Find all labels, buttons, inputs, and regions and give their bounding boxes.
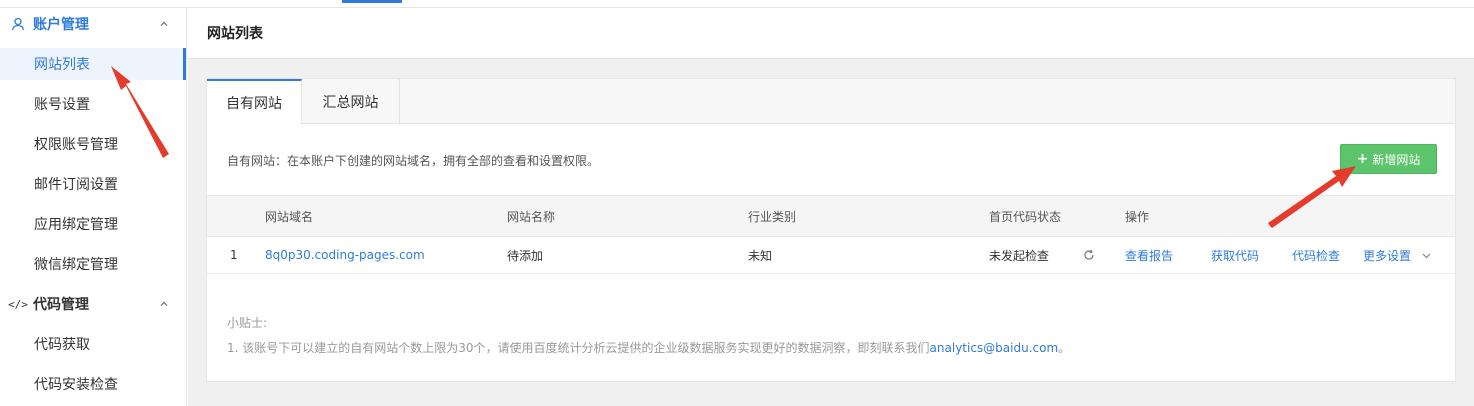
column-header-code-status: 首页代码状态 <box>989 209 1062 224</box>
page-title: 网站列表 <box>188 8 1474 59</box>
site-list-card: 自有网站 汇总网站 自有网站：在本账户下创建的网站域名，拥有全部的查看和设置权限… <box>206 78 1456 382</box>
table-header: 网站域名 网站名称 行业类别 首页代码状态 操作 <box>207 195 1455 237</box>
tips-text-prefix: 1. 该账号下可以建立的自有网站个数上限为30个，请使用百度统计分析云提供的企业… <box>227 341 930 355</box>
sidebar-item-site-list[interactable]: 网站列表 <box>0 48 186 80</box>
chevron-up-icon <box>160 301 168 306</box>
tab-bar: 自有网站 汇总网站 <box>207 79 1455 125</box>
contact-email-link[interactable]: analytics@baidu.com <box>930 341 1059 355</box>
refresh-icon[interactable] <box>1083 249 1095 261</box>
tab-own-sites[interactable]: 自有网站 <box>207 79 302 125</box>
code-icon: </> <box>8 297 28 311</box>
tips-text-suffix: 。 <box>1058 341 1071 355</box>
get-code-link[interactable]: 获取代码 <box>1211 237 1259 273</box>
sidebar-group-label: 代码管理 <box>33 297 89 313</box>
sidebar-item-code-get[interactable]: 代码获取 <box>0 328 186 360</box>
more-settings-link[interactable]: 更多设置 <box>1363 237 1411 273</box>
sidebar-item-permission-accounts[interactable]: 权限账号管理 <box>0 128 186 160</box>
plus-icon: + <box>1356 151 1369 167</box>
sidebar-group-label: 账户管理 <box>33 17 89 33</box>
view-report-link[interactable]: 查看报告 <box>1125 237 1173 273</box>
user-icon <box>9 15 27 33</box>
site-domain-link[interactable]: 8q0p30.coding-pages.com <box>265 237 425 273</box>
top-nav-active-indicator <box>342 0 402 3</box>
column-header-actions: 操作 <box>1125 209 1150 224</box>
top-bar <box>0 0 1474 8</box>
industry-cell: 未知 <box>748 248 773 263</box>
sidebar-group-code[interactable]: </> 代码管理 <box>0 288 186 320</box>
site-name-cell: 待添加 <box>507 248 544 263</box>
tab-description: 自有网站：在本账户下创建的网站域名，拥有全部的查看和设置权限。 <box>227 154 600 168</box>
chevron-up-icon <box>160 21 168 26</box>
chevron-down-icon[interactable] <box>1421 250 1432 261</box>
add-site-button[interactable]: + 新增网站 <box>1340 144 1437 174</box>
sidebar: 账户管理 网站列表 账号设置 权限账号管理 邮件订阅设置 应用绑定管理 微信绑定… <box>0 8 187 406</box>
tips-text: 1. 该账号下可以建立的自有网站个数上限为30个，请使用百度统计分析云提供的企业… <box>227 339 1070 356</box>
column-header-industry: 行业类别 <box>748 209 797 224</box>
code-check-link[interactable]: 代码检查 <box>1292 237 1340 273</box>
column-header-site-name: 网站名称 <box>507 209 556 224</box>
sidebar-item-wechat-binding[interactable]: 微信绑定管理 <box>0 248 186 280</box>
column-header-domain: 网站域名 <box>265 209 314 224</box>
sidebar-group-account[interactable]: 账户管理 <box>0 8 186 40</box>
row-index: 1 <box>230 248 238 262</box>
sidebar-item-app-binding[interactable]: 应用绑定管理 <box>0 208 186 240</box>
sidebar-item-account-settings[interactable]: 账号设置 <box>0 88 186 120</box>
sidebar-item-code-install-check[interactable]: 代码安装检查 <box>0 368 186 400</box>
sidebar-item-email-subscription[interactable]: 邮件订阅设置 <box>0 168 186 200</box>
code-status-cell: 未发起检查 <box>989 248 1050 263</box>
tips-title: 小贴士: <box>227 316 268 330</box>
add-site-label: 新增网站 <box>1372 152 1421 167</box>
table-row: 1 8q0p30.coding-pages.com 待添加 未知 未发起检查 查… <box>207 237 1455 274</box>
tab-summary-sites[interactable]: 汇总网站 <box>302 79 400 125</box>
